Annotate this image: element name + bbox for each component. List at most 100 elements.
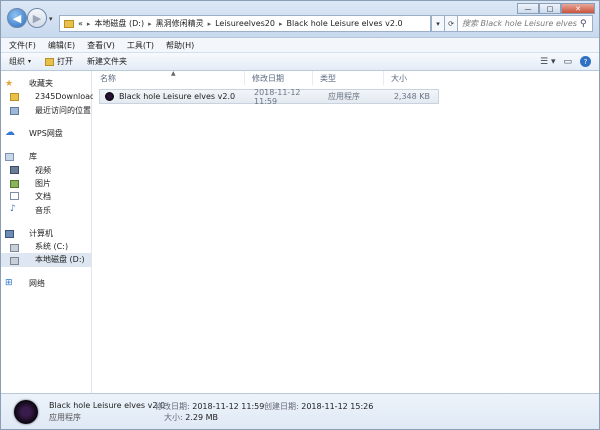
nav-network[interactable]: ⊞ 网络 bbox=[1, 277, 91, 290]
back-button[interactable]: ◀ bbox=[7, 8, 27, 28]
column-header-type[interactable]: 类型 bbox=[313, 71, 384, 85]
menu-tools[interactable]: 工具(T) bbox=[127, 40, 154, 51]
details-file-type: 应用程序 bbox=[49, 413, 81, 422]
black-hole-app-icon bbox=[105, 92, 114, 101]
arrow-right-icon: ▶ bbox=[32, 11, 42, 25]
menu-edit[interactable]: 编辑(E) bbox=[48, 40, 75, 51]
explorer-window: ◀ ▶ ▾ « ▸ 本地磁盘 (D:) ▸ 黑洞修闲精灵 ▸ Leisureel… bbox=[0, 0, 600, 430]
chevron-down-icon: ▾ bbox=[436, 19, 440, 28]
folder-icon bbox=[64, 19, 74, 28]
video-icon bbox=[10, 166, 19, 175]
nav-item-drive-c[interactable]: 系统 (C:) bbox=[1, 240, 91, 253]
details-file-name: Black hole Leisure elves v2.0 bbox=[49, 401, 166, 410]
recent-pages-dropdown[interactable]: ▾ bbox=[49, 15, 53, 23]
chevron-right-icon[interactable]: ▸ bbox=[87, 20, 91, 28]
details-label: 大小: bbox=[164, 413, 183, 422]
nav-label: 系统 (C:) bbox=[35, 242, 69, 252]
open-icon bbox=[45, 57, 55, 66]
network-icon: ⊞ bbox=[5, 277, 13, 288]
nav-label: 图片 bbox=[35, 178, 51, 188]
nav-label: 计算机 bbox=[29, 228, 53, 238]
menu-bar: 文件(F) 编辑(E) 查看(V) 工具(T) 帮助(H) bbox=[1, 38, 599, 52]
nav-computer[interactable]: 计算机 bbox=[1, 227, 91, 240]
search-box[interactable]: ⚲ bbox=[457, 15, 593, 32]
nav-item-pictures[interactable]: 图片 bbox=[1, 177, 91, 190]
recent-places-icon bbox=[10, 106, 19, 115]
open-button[interactable]: 打开 bbox=[45, 56, 73, 67]
picture-icon bbox=[10, 179, 19, 188]
file-size: 2,348 KB bbox=[393, 92, 430, 101]
black-hole-app-icon bbox=[14, 400, 38, 424]
new-folder-button[interactable]: 新建文件夹 bbox=[87, 56, 127, 67]
library-icon bbox=[5, 153, 14, 162]
organize-button[interactable]: 组织 ▾ bbox=[9, 56, 31, 67]
nav-item-drive-d[interactable]: 本地磁盘 (D:) bbox=[1, 253, 91, 267]
column-header-size[interactable]: 大小 bbox=[384, 71, 432, 85]
nav-wps-cloud[interactable]: ☁ WPS网盘 bbox=[1, 127, 91, 140]
nav-label: 2345Downloads bbox=[35, 92, 100, 102]
nav-item-videos[interactable]: 视频 bbox=[1, 163, 91, 176]
breadcrumb-overflow[interactable]: « bbox=[78, 19, 83, 28]
nav-label: 库 bbox=[29, 152, 37, 162]
sort-up-icon: ▲ bbox=[171, 70, 176, 77]
nav-label: 音乐 bbox=[35, 205, 51, 215]
file-row[interactable]: Black hole Leisure elves v2.0 2018-11-12… bbox=[99, 87, 439, 106]
close-button[interactable]: ✕ bbox=[561, 3, 595, 14]
details-value: 2018-11-12 11:59 bbox=[192, 402, 265, 411]
breadcrumb-current[interactable]: Black hole Leisure elves v2.0 bbox=[287, 19, 403, 28]
breadcrumb-drive[interactable]: 本地磁盘 (D:) bbox=[94, 18, 144, 29]
command-bar: 组织 ▾ 打开 新建文件夹 ☰ ▾ ▭ ? bbox=[1, 52, 599, 71]
nav-libraries[interactable]: 库 bbox=[1, 150, 91, 163]
nav-label: 本地磁盘 (D:) bbox=[35, 255, 85, 265]
file-list[interactable]: 名称 修改日期 类型 大小 ▲ Black hole Leisure elves… bbox=[93, 70, 599, 393]
chevron-right-icon[interactable]: ▸ bbox=[279, 20, 283, 28]
address-dropdown-button[interactable]: ▾ bbox=[431, 15, 445, 32]
star-icon: ★ bbox=[5, 79, 14, 89]
menu-help[interactable]: 帮助(H) bbox=[166, 40, 194, 51]
forward-button[interactable]: ▶ bbox=[27, 8, 47, 28]
column-header-name[interactable]: 名称 bbox=[93, 71, 245, 85]
nav-item-documents[interactable]: 文档 bbox=[1, 190, 91, 203]
breadcrumb-subfolder[interactable]: Leisureelves20 bbox=[215, 19, 275, 28]
new-folder-label: 新建文件夹 bbox=[87, 57, 128, 66]
nav-item-recent-places[interactable]: 最近访问的位置 bbox=[1, 104, 91, 117]
breadcrumb-folder[interactable]: 黑洞修闲精灵 bbox=[156, 18, 204, 29]
open-label: 打开 bbox=[57, 57, 74, 66]
column-header-date[interactable]: 修改日期 bbox=[245, 71, 313, 85]
view-options-icon[interactable]: ☰ ▾ bbox=[540, 57, 555, 67]
details-value: 2018-11-12 15:26 bbox=[301, 402, 374, 411]
music-icon: ♪ bbox=[10, 204, 16, 215]
file-type: 应用程序 bbox=[328, 92, 360, 101]
organize-label: 组织 bbox=[9, 57, 25, 66]
details-modified: 修改日期: 2018-11-12 11:59 bbox=[155, 401, 264, 412]
arrow-left-icon: ◀ bbox=[12, 11, 22, 25]
navigation-pane[interactable]: ★ 收藏夹 2345Downloads 最近访问的位置 ☁ WPS网盘 库 视频… bbox=[1, 71, 99, 393]
help-icon[interactable]: ? bbox=[580, 56, 591, 67]
file-name: Black hole Leisure elves v2.0 bbox=[119, 92, 236, 101]
menu-file[interactable]: 文件(F) bbox=[9, 40, 36, 51]
refresh-icon: ⟳ bbox=[448, 19, 454, 28]
menu-view[interactable]: 查看(V) bbox=[87, 40, 115, 51]
minimize-button[interactable]: — bbox=[517, 3, 539, 14]
preview-pane-icon[interactable]: ▭ bbox=[563, 57, 572, 67]
nav-label: 收藏夹 bbox=[29, 79, 53, 89]
search-input[interactable] bbox=[462, 19, 580, 28]
chevron-right-icon[interactable]: ▸ bbox=[148, 20, 152, 28]
chevron-right-icon[interactable]: ▸ bbox=[208, 20, 212, 28]
folder-icon bbox=[10, 93, 19, 102]
nav-label: WPS网盘 bbox=[29, 129, 63, 139]
nav-label: 网络 bbox=[29, 278, 45, 288]
document-icon bbox=[10, 192, 19, 201]
maximize-button[interactable]: □ bbox=[539, 3, 561, 14]
file-date: 2018-11-12 11:59 bbox=[254, 87, 301, 106]
refresh-button[interactable]: ⟳ bbox=[444, 15, 458, 32]
address-bar[interactable]: « ▸ 本地磁盘 (D:) ▸ 黑洞修闲精灵 ▸ Leisureelves20 … bbox=[59, 15, 431, 32]
search-icon[interactable]: ⚲ bbox=[580, 19, 587, 29]
toolbar-right: ☰ ▾ ▭ ? bbox=[540, 56, 591, 67]
details-label: 创建日期: bbox=[264, 402, 299, 411]
details-size: 大小: 2.29 MB bbox=[164, 412, 218, 423]
nav-item-music[interactable]: ♪ 音乐 bbox=[1, 203, 91, 216]
nav-favorites[interactable]: ★ 收藏夹 bbox=[1, 77, 91, 90]
nav-label: 最近访问的位置 bbox=[35, 105, 91, 115]
nav-item-2345downloads[interactable]: 2345Downloads bbox=[1, 90, 99, 103]
